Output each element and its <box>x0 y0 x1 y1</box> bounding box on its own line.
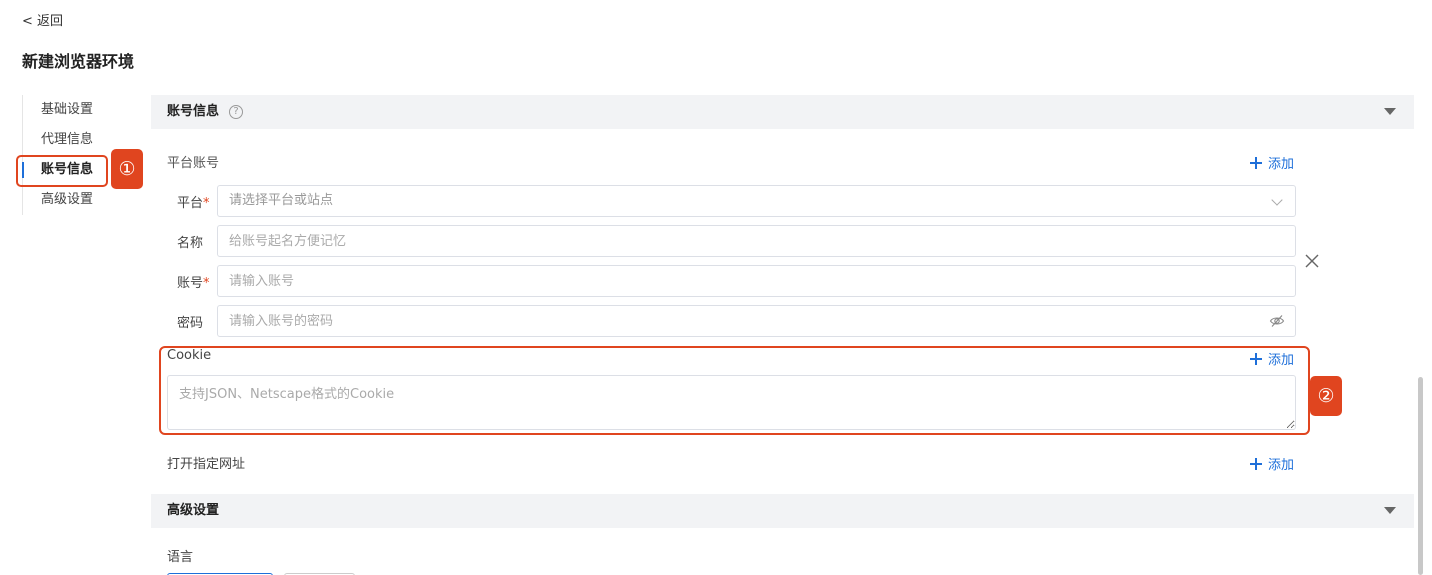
plus-icon <box>1250 352 1262 365</box>
add-url-button[interactable]: 添加 <box>1250 454 1294 473</box>
back-link[interactable]: < 返回 <box>22 10 63 29</box>
section-title: 高级设置 <box>167 503 220 518</box>
annotation-badge-1: ① <box>111 149 143 189</box>
account-label: 账号* <box>177 276 210 291</box>
platform-label: 平台* <box>177 196 210 211</box>
caret-down-icon[interactable] <box>1384 108 1396 115</box>
section-title: 账号信息 <box>167 104 220 119</box>
plus-icon <box>1250 156 1262 169</box>
add-cookie-button[interactable]: 添加 <box>1250 349 1294 368</box>
sidebar-item-proxy-info[interactable]: 代理信息 <box>23 125 122 155</box>
open-url-label: 打开指定网址 <box>167 457 246 472</box>
caret-down-icon[interactable] <box>1384 507 1396 514</box>
account-input[interactable] <box>217 265 1296 297</box>
close-icon[interactable] <box>1304 253 1320 269</box>
cookie-textarea[interactable] <box>167 375 1296 430</box>
eye-off-icon[interactable] <box>1269 313 1285 329</box>
account-section-header[interactable]: 账号信息 ? <box>151 95 1414 129</box>
name-input[interactable] <box>217 225 1296 257</box>
name-label: 名称 <box>177 236 204 251</box>
add-platform-account-button[interactable]: 添加 <box>1250 153 1294 172</box>
platform-account-label: 平台账号 <box>167 156 220 171</box>
page-title: 新建浏览器环境 <box>22 52 135 71</box>
password-label: 密码 <box>177 316 204 331</box>
question-circle-icon[interactable]: ? <box>229 105 243 119</box>
plus-icon <box>1250 457 1262 470</box>
advanced-section-header[interactable]: 高级设置 <box>151 494 1414 528</box>
cookie-label: Cookie <box>167 348 212 363</box>
language-label: 语言 <box>167 550 194 565</box>
annotation-badge-2: ② <box>1310 376 1342 416</box>
scrollbar-thumb[interactable] <box>1418 377 1423 575</box>
sidebar-item-basic-settings[interactable]: 基础设置 <box>23 95 122 125</box>
add-label: 添加 <box>1268 353 1295 368</box>
add-label: 添加 <box>1268 458 1295 473</box>
platform-select-placeholder: 请选择平台或站点 <box>229 193 334 208</box>
add-label: 添加 <box>1268 157 1295 172</box>
platform-select[interactable]: 请选择平台或站点 <box>217 185 1296 217</box>
password-input[interactable] <box>217 305 1296 337</box>
highlight-box-sidebar <box>16 155 108 187</box>
sidebar-item-advanced-settings[interactable]: 高级设置 <box>23 185 122 215</box>
